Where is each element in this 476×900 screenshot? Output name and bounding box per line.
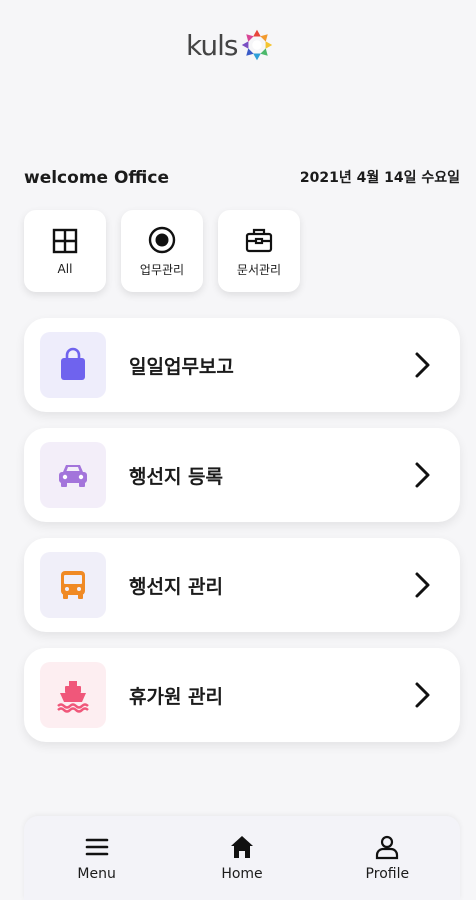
shopping-bag-icon <box>61 347 85 380</box>
menu-icon-box <box>40 332 106 398</box>
menu-item-label: 휴가원 관리 <box>129 685 224 708</box>
welcome-text: welcome Office <box>24 168 169 188</box>
screen: kuls welcome Office 2021년 4월 14일 수요일 All… <box>0 0 476 900</box>
chip-label: 업무관리 <box>139 262 185 277</box>
nav-label: Menu <box>77 866 116 882</box>
menu-icon-box <box>40 552 106 618</box>
app-logo: kuls <box>186 26 276 64</box>
person-icon <box>376 835 399 860</box>
ship-icon <box>57 681 89 713</box>
menu-icon-box <box>40 662 106 728</box>
chip-all[interactable]: All <box>24 210 106 292</box>
chip-document-management[interactable]: 문서관리 <box>218 210 300 292</box>
nav-profile[interactable]: Profile <box>337 834 437 882</box>
nav-label: Profile <box>365 866 410 882</box>
date-text: 2021년 4월 14일 수요일 <box>299 170 460 186</box>
radio-target-icon <box>148 226 176 253</box>
briefcase-icon <box>245 228 273 252</box>
menu-icon-box <box>40 442 106 508</box>
chevron-right-icon <box>415 462 430 488</box>
menu-item-daily-report[interactable]: 일일업무보고 <box>24 318 460 412</box>
chip-task-management[interactable]: 업무관리 <box>121 210 203 292</box>
chevron-right-icon <box>415 682 430 708</box>
category-chips: All 업무관리 문서관리 <box>24 210 300 292</box>
bus-icon <box>61 571 85 599</box>
menu-item-label: 행선지 등록 <box>129 465 224 488</box>
home-icon <box>230 836 253 858</box>
logo-mark-icon <box>242 29 273 61</box>
logo-text: kuls <box>186 28 238 62</box>
nav-label: Home <box>221 866 263 882</box>
grid-icon <box>52 228 78 254</box>
nav-menu[interactable]: Menu <box>47 834 147 882</box>
chip-label: All <box>57 262 73 276</box>
bottom-nav: Menu Home Profile <box>24 816 460 900</box>
chevron-right-icon <box>415 572 430 598</box>
hamburger-icon <box>85 838 108 856</box>
nav-home[interactable]: Home <box>192 834 292 882</box>
menu-item-destination-register[interactable]: 행선지 등록 <box>24 428 460 522</box>
chevron-right-icon <box>415 352 430 378</box>
car-icon <box>59 465 87 487</box>
menu-list: 일일업무보고 행선지 등록 행선지 관리 휴가원 관리 <box>24 318 460 758</box>
menu-item-leave-manage[interactable]: 휴가원 관리 <box>24 648 460 742</box>
menu-item-label: 행선지 관리 <box>129 575 224 598</box>
menu-item-destination-manage[interactable]: 행선지 관리 <box>24 538 460 632</box>
menu-item-label: 일일업무보고 <box>129 355 234 378</box>
chip-label: 문서관리 <box>236 262 282 277</box>
